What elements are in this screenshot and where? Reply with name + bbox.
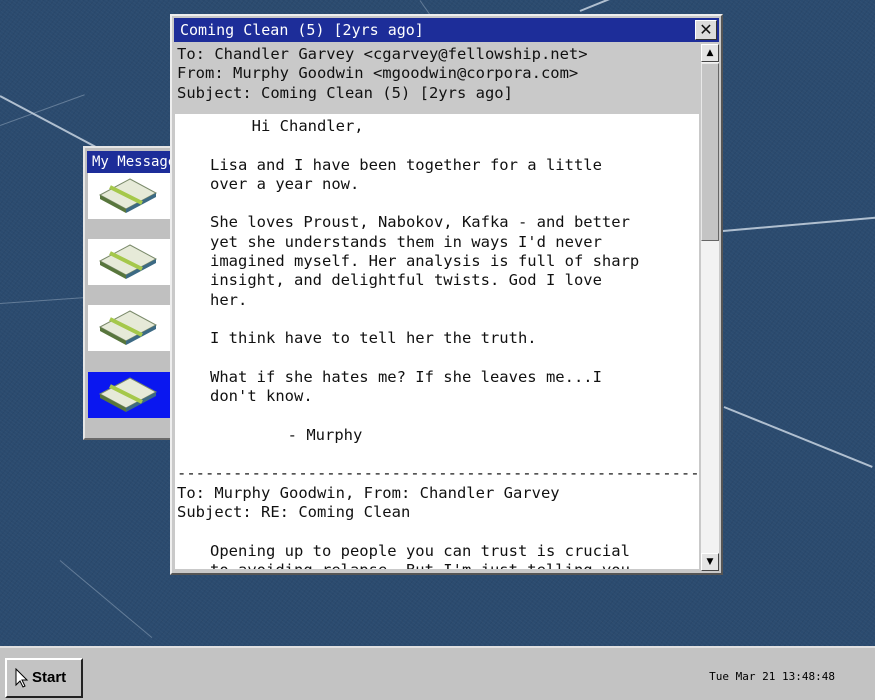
email-greeting: Hi Chandler, <box>177 117 364 135</box>
wallpaper-streak <box>0 95 107 154</box>
email-window-title: Coming Clean (5) [2yrs ago] <box>180 21 424 39</box>
email-to: To: Chandler Garvey <cgarvey@fellowship.… <box>177 45 588 63</box>
taskbar: Start Tue Mar 21 13:48:48 <box>0 646 875 700</box>
wallpaper-streak <box>579 0 655 12</box>
cursor-arrow-icon <box>15 668 29 688</box>
scroll-thumb[interactable] <box>701 63 719 241</box>
body-line: her. <box>210 290 248 309</box>
body-line: yet she understands them in ways I'd nev… <box>210 232 602 251</box>
chevron-up-icon: ▲ <box>706 48 714 58</box>
email-window-titlebar[interactable]: Coming Clean (5) [2yrs ago] ✕ <box>174 18 719 42</box>
reply-header: To: Murphy Goodwin, From: Chandler Garve… <box>175 483 699 523</box>
email-signoff: - Murphy <box>213 425 363 444</box>
body-line: don't know. <box>210 387 313 406</box>
envelope-icon <box>98 377 158 412</box>
body-line: imagined myself. Her analysis is full of… <box>210 252 640 271</box>
body-line: I think have to tell her the truth. <box>210 329 537 348</box>
reply-to-from: To: Murphy Goodwin, From: Chandler Garve… <box>177 483 560 502</box>
email-header: To: Chandler Garvey <cgarvey@fellowship.… <box>175 44 703 114</box>
close-icon: ✕ <box>699 20 713 39</box>
chevron-down-icon: ▼ <box>706 557 714 567</box>
scroll-up-button[interactable]: ▲ <box>701 44 719 62</box>
body-line: over a year now. <box>210 174 360 193</box>
message-list-window[interactable]: My Messages <box>83 146 184 440</box>
wallpaper-streak <box>0 296 90 304</box>
envelope-icon <box>98 310 158 345</box>
wallpaper-streak <box>59 560 153 639</box>
system-clock: Tue Mar 21 13:48:48 <box>709 670 835 683</box>
scroll-down-button[interactable]: ▼ <box>701 553 719 571</box>
email-from: From: Murphy Goodwin <mgoodwin@corpora.c… <box>177 64 579 83</box>
vertical-scrollbar[interactable]: ▲ ▼ <box>701 44 719 571</box>
close-button[interactable]: ✕ <box>695 20 717 40</box>
reply-subject: Subject: RE: Coming Clean <box>177 502 411 521</box>
body-line: What if she hates me? If she leaves me..… <box>210 367 602 386</box>
body-line: insight, and delightful twists. God I lo… <box>210 271 602 290</box>
wallpaper-streak <box>722 216 875 232</box>
start-label: Start <box>32 669 67 686</box>
body-line: She loves Proust, Nabokov, Kafka - and b… <box>210 213 630 232</box>
separator-line: ----------------------------------------… <box>177 464 699 483</box>
email-body[interactable]: Hi Chandler, Lisa and I have been togeth… <box>175 114 699 569</box>
message-list-titlebar[interactable]: My Messages <box>87 151 181 173</box>
wallpaper-streak <box>723 406 873 468</box>
wallpaper-streak <box>0 94 85 126</box>
body-line: Lisa and I have been together for a litt… <box>210 155 602 174</box>
envelope-icon <box>98 244 158 279</box>
body-line: Opening up to people you can trust is cr… <box>210 541 630 560</box>
email-subject: Subject: Coming Clean (5) [2yrs ago] <box>177 83 513 102</box>
body-line: to avoiding relapse. But I'm just tellin… <box>175 561 699 569</box>
envelope-icon <box>98 178 158 213</box>
start-button[interactable]: Start <box>5 658 83 698</box>
email-window[interactable]: Coming Clean (5) [2yrs ago] ✕ To: Chandl… <box>170 14 723 575</box>
